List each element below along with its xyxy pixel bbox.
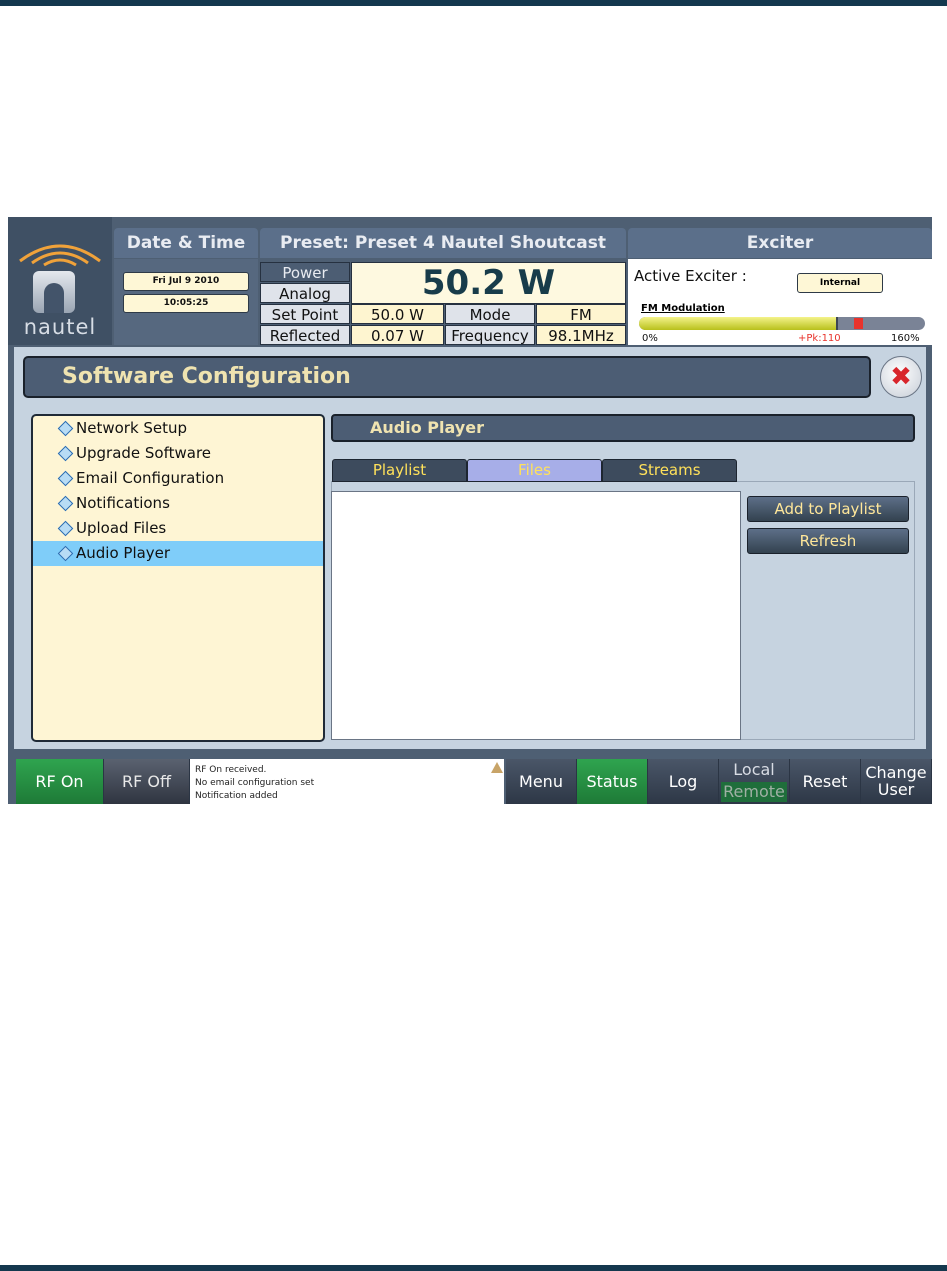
message-line: No email configuration set bbox=[195, 778, 315, 788]
setpoint-label: Set Point bbox=[260, 304, 350, 324]
nav-item-label: Notifications bbox=[76, 494, 170, 512]
frequency-value: 98.1MHz bbox=[536, 325, 626, 345]
transmitter-screen: nautel Date & Time Fri Jul 9 2010 10:05:… bbox=[8, 217, 932, 804]
nav-item-email-configuration[interactable]: Email Configuration bbox=[33, 466, 323, 491]
nav-item-label: Upload Files bbox=[76, 519, 167, 537]
reflected-value: 0.07 W bbox=[351, 325, 444, 345]
datetime-title: Date & Time bbox=[114, 228, 258, 258]
diamond-icon bbox=[57, 420, 74, 437]
exciter-title: Exciter bbox=[628, 228, 932, 258]
power-tab[interactable]: Power bbox=[260, 262, 350, 282]
nav-item-label: Email Configuration bbox=[76, 469, 225, 487]
fm-modulation-fill bbox=[639, 317, 836, 330]
message-line: RF On received. bbox=[195, 765, 267, 775]
logo-text: nautel bbox=[23, 315, 97, 339]
close-x-icon: ✖ bbox=[890, 362, 912, 392]
preset-title[interactable]: Preset: Preset 4 Nautel Shoutcast bbox=[260, 228, 626, 258]
diamond-icon bbox=[57, 520, 74, 537]
mode-value: FM bbox=[536, 304, 626, 324]
refresh-button[interactable]: Refresh bbox=[747, 528, 909, 554]
software-configuration-window: Software Configuration ✖ Network Setup Up… bbox=[14, 347, 926, 749]
local-remote-toggle[interactable]: Local Remote bbox=[719, 759, 790, 804]
logo-mark bbox=[33, 271, 75, 313]
fm-modulation-label: FM Modulation bbox=[641, 303, 725, 314]
nav-item-notifications[interactable]: Notifications bbox=[33, 491, 323, 516]
tab-streams[interactable]: Streams bbox=[602, 459, 737, 482]
exciter-panel: Active Exciter : Internal FM Modulation … bbox=[628, 259, 932, 345]
fm-modulation-meter bbox=[639, 317, 925, 330]
tab-playlist[interactable]: Playlist bbox=[332, 459, 467, 482]
datetime-panel: Fri Jul 9 2010 10:05:25 bbox=[114, 259, 258, 345]
nav-item-upgrade-software[interactable]: Upgrade Software bbox=[33, 441, 323, 466]
message-line: Notification added bbox=[195, 791, 278, 801]
section-header: Audio Player bbox=[331, 414, 915, 442]
analog-tab[interactable]: Analog bbox=[260, 283, 350, 303]
preset-name: Preset 4 Nautel Shoutcast bbox=[354, 233, 606, 253]
mode-label: Mode bbox=[445, 304, 535, 324]
page-bottom-rule bbox=[0, 1265, 947, 1271]
log-button[interactable]: Log bbox=[648, 759, 719, 804]
signal-arcs-icon bbox=[19, 244, 101, 267]
files-list[interactable] bbox=[331, 491, 741, 740]
add-to-playlist-button[interactable]: Add to Playlist bbox=[747, 496, 909, 522]
status-button[interactable]: Status bbox=[577, 759, 648, 804]
change-user-button[interactable]: Change User bbox=[861, 759, 932, 804]
nav-item-label: Upgrade Software bbox=[76, 444, 212, 462]
window-title-bar: Software Configuration bbox=[23, 356, 871, 398]
window-title: Software Configuration bbox=[62, 364, 351, 389]
close-button[interactable]: ✖ bbox=[880, 356, 922, 398]
nav-item-audio-player[interactable]: Audio Player bbox=[33, 541, 323, 566]
diamond-icon bbox=[57, 545, 74, 562]
fm-peak-label: +Pk:110 bbox=[798, 333, 841, 344]
preset-prefix: Preset: bbox=[280, 233, 349, 253]
change-user-line1: Change bbox=[865, 763, 927, 782]
remote-option[interactable]: Remote bbox=[721, 782, 787, 802]
nav-item-network-setup[interactable]: Network Setup bbox=[33, 416, 323, 441]
nautel-logo: nautel bbox=[8, 217, 112, 345]
fm-modulation-marker bbox=[836, 317, 838, 330]
time-field: 10:05:25 bbox=[123, 294, 249, 313]
rf-off-button[interactable]: RF Off bbox=[104, 759, 190, 804]
rf-on-button[interactable]: RF On bbox=[16, 759, 104, 804]
date-field: Fri Jul 9 2010 bbox=[123, 272, 249, 291]
diamond-icon bbox=[57, 470, 74, 487]
message-log[interactable]: RF On received. No email configuration s… bbox=[190, 759, 504, 804]
forward-power-readout: 50.2 W bbox=[351, 262, 626, 304]
nav-item-label: Network Setup bbox=[76, 419, 188, 437]
section-title: Audio Player bbox=[370, 418, 484, 437]
menu-button[interactable]: Menu bbox=[506, 759, 577, 804]
setpoint-value: 50.0 W bbox=[351, 304, 444, 324]
active-exciter-label: Active Exciter : bbox=[634, 267, 747, 285]
nav-item-upload-files[interactable]: Upload Files bbox=[33, 516, 323, 541]
diamond-icon bbox=[57, 445, 74, 462]
nav-item-label: Audio Player bbox=[76, 544, 171, 562]
change-user-line2: User bbox=[877, 780, 915, 799]
diamond-icon bbox=[57, 495, 74, 512]
reset-button[interactable]: Reset bbox=[790, 759, 861, 804]
reflected-label: Reflected bbox=[260, 325, 350, 345]
page-top-rule bbox=[0, 0, 947, 6]
fm-max-label: 160% bbox=[891, 333, 920, 344]
fm-peak-indicator bbox=[854, 318, 863, 329]
frequency-label: Frequency bbox=[445, 325, 535, 345]
config-nav-list: Network Setup Upgrade Software Email Confi… bbox=[31, 414, 325, 742]
local-option[interactable]: Local bbox=[719, 759, 789, 781]
fm-min-label: 0% bbox=[642, 333, 658, 344]
tab-files[interactable]: Files bbox=[467, 459, 602, 482]
warning-triangle-icon[interactable] bbox=[491, 762, 503, 773]
active-exciter-value: Internal bbox=[797, 273, 883, 293]
